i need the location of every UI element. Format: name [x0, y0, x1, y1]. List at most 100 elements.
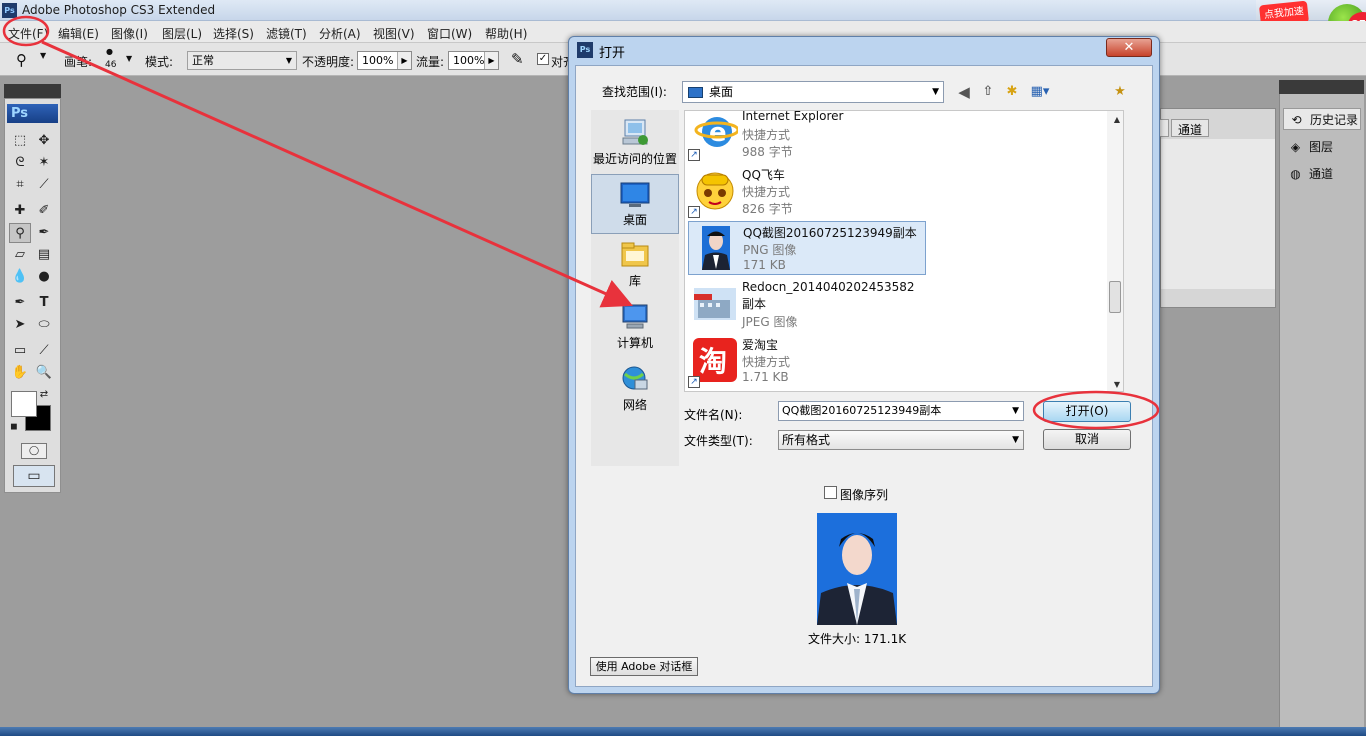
place-library[interactable]: 库	[591, 236, 679, 296]
view-menu-icon[interactable]: ▦▾	[1026, 82, 1054, 102]
open-button[interactable]: 打开(O)	[1043, 401, 1131, 422]
mode-select[interactable]: 正常 ▼	[187, 51, 297, 70]
align-checkbox[interactable]: ✓	[537, 53, 549, 65]
menu-analysis[interactable]: 分析(A)	[319, 25, 361, 42]
close-button[interactable]: ✕	[1106, 38, 1152, 57]
file-type-value: 所有格式	[782, 433, 831, 447]
channels-panel: 通道	[1155, 108, 1276, 308]
file-list-scrollbar[interactable]: ▲ ▼	[1107, 111, 1123, 391]
file-item-aitaobao[interactable]: 淘 ↗ 爱淘宝 快捷方式 1.71 KB	[688, 334, 926, 388]
magic-wand-icon[interactable]: ✶	[33, 153, 55, 173]
shortcut-arrow-icon: ↗	[688, 206, 700, 218]
back-icon[interactable]: ◀	[954, 82, 974, 102]
slice-tool-icon[interactable]: ⟋	[33, 175, 55, 195]
marquee-tool-icon[interactable]: ⬚	[9, 131, 31, 151]
path-selection-icon[interactable]: ➤	[9, 315, 31, 335]
history-brush-icon[interactable]: ✒	[33, 223, 55, 243]
flow-arrow-icon[interactable]: ▶	[484, 52, 498, 69]
file-type-label: 文件类型(T):	[684, 434, 753, 448]
file-item-ie[interactable]: e ↗ Internet Explorer 快捷方式 988 字节	[688, 111, 926, 161]
file-size: 988 字节	[742, 145, 793, 159]
place-computer[interactable]: 计算机	[591, 298, 679, 358]
move-tool-icon[interactable]: ✥	[33, 131, 55, 151]
foreground-color-swatch[interactable]	[11, 391, 37, 417]
file-size: 1.71 KB	[742, 370, 789, 384]
hand-tool-icon[interactable]: ✋	[9, 363, 31, 383]
stamp-tool-icon[interactable]: ⚲	[16, 51, 27, 69]
file-name-input[interactable]: QQ截图20160725123949副本 ▼	[778, 401, 1024, 421]
menu-select[interactable]: 选择(S)	[213, 25, 254, 42]
pointer-arrow	[41, 40, 633, 308]
scroll-thumb[interactable]	[1109, 281, 1121, 313]
use-adobe-dialog-button[interactable]: 使用 Adobe 对话框	[590, 657, 698, 676]
menu-help[interactable]: 帮助(H)	[485, 25, 527, 42]
crop-tool-icon[interactable]: ⌗	[9, 175, 31, 195]
file-type-select[interactable]: 所有格式 ▼	[778, 430, 1024, 450]
look-in-label: 查找范围(I):	[602, 85, 667, 99]
type-tool-icon[interactable]: T	[33, 293, 55, 313]
opacity-input[interactable]: 100% ▶	[357, 51, 412, 70]
swap-colors-icon[interactable]: ⇄	[37, 385, 51, 405]
place-desktop[interactable]: 桌面	[591, 174, 679, 234]
healing-brush-icon[interactable]: ✚	[9, 201, 31, 221]
file-type: 快捷方式	[742, 355, 791, 369]
opacity-arrow-icon[interactable]: ▶	[397, 52, 411, 69]
history-panel-button[interactable]: ⟲ 历史记录	[1283, 108, 1361, 130]
new-folder-icon[interactable]: ✱	[1002, 82, 1022, 102]
toolbox-header[interactable]	[4, 84, 61, 98]
zoom-tool-icon[interactable]: 🔍	[33, 363, 55, 383]
channels-panel-button[interactable]: ◍ 通道	[1283, 163, 1361, 185]
desktop-icon	[688, 87, 703, 98]
recent-places-icon	[622, 119, 648, 145]
place-network[interactable]: 网络	[591, 360, 679, 420]
lasso-tool-icon[interactable]: ᘓ	[9, 153, 31, 173]
menu-edit[interactable]: 编辑(E)	[58, 25, 99, 42]
file-item-qq-speed[interactable]: ↗ QQ飞车 快捷方式 826 字节	[688, 164, 926, 218]
menu-layer[interactable]: 图层(L)	[162, 25, 202, 42]
airbrush-icon[interactable]: ✎	[511, 50, 524, 68]
image-sequence-checkbox[interactable]	[824, 486, 837, 499]
blur-tool-icon[interactable]: 💧	[9, 267, 31, 287]
dialog-title-bar[interactable]: Ps 打开 ✕	[569, 37, 1159, 63]
brush-dropdown-icon[interactable]: ▼	[126, 54, 132, 63]
look-in-select[interactable]: 桌面 ▼	[682, 81, 944, 103]
menu-view[interactable]: 视图(V)	[373, 25, 415, 42]
tab-channels[interactable]: 通道	[1171, 119, 1210, 137]
pen-tool-icon[interactable]: ✒	[9, 293, 31, 313]
menu-window[interactable]: 窗口(W)	[427, 25, 472, 42]
brush-tool-icon[interactable]: ✐	[33, 201, 55, 221]
layers-panel-button[interactable]: ◈ 图层	[1283, 136, 1361, 158]
ps-logo: Ps	[7, 104, 58, 123]
right-dock-header[interactable]	[1279, 80, 1364, 94]
default-colors-icon[interactable]: ◼	[7, 417, 21, 437]
mode-value: 正常	[192, 54, 214, 67]
file-size: 171 KB	[743, 258, 786, 272]
up-folder-icon[interactable]: ⇧	[978, 82, 998, 102]
scroll-up-icon[interactable]: ▲	[1114, 115, 1120, 124]
ellipse-tool-icon[interactable]: ⬭	[33, 315, 55, 335]
place-recent[interactable]: 最近访问的位置	[591, 114, 679, 174]
screen-mode-icon[interactable]: ▭	[13, 465, 55, 487]
file-type: 快捷方式	[742, 185, 791, 199]
file-item-redocn[interactable]: Redocn_2014040202453582副本 JPEG 图像	[688, 277, 926, 333]
image-sequence-label: 图像序列	[840, 488, 889, 502]
chevron-down-icon[interactable]: ▼	[1012, 402, 1019, 420]
clone-stamp-icon[interactable]: ⚲	[9, 223, 31, 243]
cancel-button[interactable]: 取消	[1043, 429, 1131, 450]
menu-file[interactable]: 文件(F)	[8, 25, 48, 42]
tool-preset-dropdown-icon[interactable]: ▼	[40, 51, 46, 60]
menu-image[interactable]: 图像(I)	[111, 25, 148, 42]
file-item-qq-screenshot[interactable]: QQ截图20160725123949副本 PNG 图像 171 KB	[688, 221, 926, 275]
gradient-icon[interactable]: ▤	[33, 245, 55, 265]
notes-tool-icon[interactable]: ▭	[9, 341, 31, 361]
eraser-icon[interactable]: ▱	[9, 245, 31, 265]
open-dialog: Ps 打开 ✕ 查找范围(I): 桌面 ▼ ◀ ⇧ ✱ ▦▾ ★ 最近访问的位置	[568, 36, 1160, 694]
quick-mask-icon[interactable]: ◯	[21, 443, 47, 459]
menu-filter[interactable]: 滤镜(T)	[266, 25, 307, 42]
dodge-tool-icon[interactable]: ●	[33, 267, 55, 287]
flow-input[interactable]: 100% ▶	[448, 51, 499, 70]
scroll-down-icon[interactable]: ▼	[1114, 380, 1120, 389]
favorite-folder-icon[interactable]: ★	[1110, 82, 1130, 102]
eyedropper-icon[interactable]: ⟋	[33, 341, 55, 361]
brush-dot-icon[interactable]: ●	[106, 47, 113, 56]
